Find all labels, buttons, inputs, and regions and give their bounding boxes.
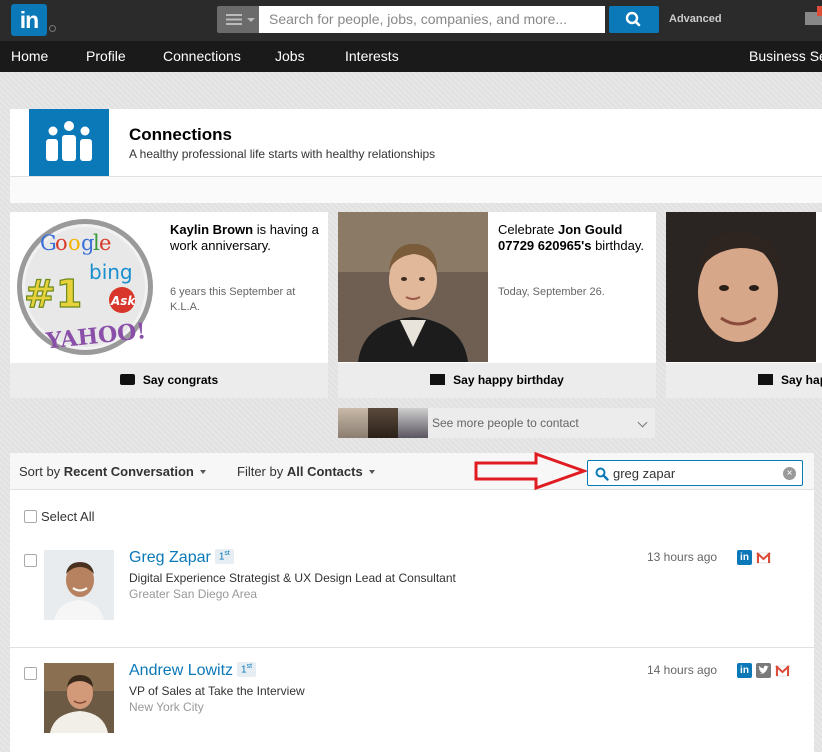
- nav-interests[interactable]: Interests: [345, 41, 399, 72]
- connection-headline: VP of Sales at Take the Interview: [129, 684, 305, 698]
- top-bar: in Search for people, jobs, companies, a…: [0, 0, 822, 41]
- say-happy-birthday-button-2[interactable]: Say hap: [666, 363, 822, 398]
- nav-profile[interactable]: Profile: [86, 41, 126, 72]
- row-checkbox[interactable]: [24, 667, 37, 680]
- twitter-icon[interactable]: [756, 663, 771, 678]
- svg-text:o: o: [55, 231, 68, 255]
- svg-text:o: o: [68, 231, 81, 255]
- connections-search-input[interactable]: greg zapar ×: [587, 460, 803, 486]
- search-query: greg zapar: [613, 466, 676, 481]
- nav-jobs[interactable]: Jobs: [275, 41, 305, 72]
- connection-name-link[interactable]: Greg Zapar 1st: [129, 549, 234, 567]
- greg-zapar-avatar[interactable]: [44, 550, 114, 620]
- birthday-text: Celebrate Jon Gould 07729 620965's birth…: [498, 222, 648, 254]
- envelope-icon: [430, 374, 446, 386]
- birthday-meta: Today, September 26.: [498, 286, 605, 298]
- filter-prefix: Filter by: [237, 464, 287, 479]
- andrew-lowitz-avatar[interactable]: [44, 663, 114, 733]
- svg-text:#1: #1: [24, 272, 82, 316]
- row-divider: [10, 647, 814, 648]
- contact-photo[interactable]: [666, 212, 816, 362]
- connection-name[interactable]: Greg Zapar: [129, 549, 211, 566]
- caret-down-icon: [199, 470, 206, 474]
- see-more-people-button[interactable]: See more people to contact: [338, 408, 655, 438]
- chevron-down-icon: [637, 417, 648, 428]
- contact-card: Say hap: [666, 212, 822, 398]
- nav-home[interactable]: Home: [11, 41, 48, 72]
- jon-gould-photo[interactable]: [338, 212, 488, 362]
- svg-text:e: e: [99, 231, 111, 255]
- degree-suffix: st: [224, 550, 230, 558]
- connection-name-link[interactable]: Andrew Lowitz 1st: [129, 662, 257, 680]
- global-search-input[interactable]: Search for people, jobs, companies, and …: [259, 6, 605, 33]
- birthday-card: Celebrate Jon Gould 07729 620965's birth…: [338, 212, 656, 398]
- select-all-checkbox[interactable]: [24, 510, 37, 523]
- svg-text:Ask: Ask: [110, 294, 136, 308]
- thumb-avatar: [368, 408, 398, 438]
- last-contact-time: 14 hours ago: [647, 663, 718, 677]
- thumb-avatar: [338, 408, 368, 438]
- page-subtitle: A healthy professional life starts with …: [129, 147, 436, 161]
- search-category-menu-button[interactable]: [217, 6, 259, 33]
- search-button[interactable]: [609, 6, 659, 33]
- anniversary-card: G o o g l e #1 bing Ask YAHOO! Kaylin Br…: [10, 212, 328, 398]
- anniversary-text: Kaylin Brown is having a work anniversar…: [170, 222, 320, 254]
- anniversary-meta: 6 years this September at K.L.A.: [170, 286, 296, 313]
- nav-connections[interactable]: Connections: [163, 41, 241, 72]
- envelope-icon: [758, 374, 773, 386]
- say-congrats-button[interactable]: Say congrats: [10, 363, 328, 398]
- main-nav: Home Profile Connections Jobs Interests …: [0, 41, 822, 72]
- linkedin-message-icon[interactable]: in: [737, 550, 752, 565]
- row-checkbox[interactable]: [24, 554, 37, 567]
- nav-business-services[interactable]: Business Se: [749, 41, 822, 72]
- degree-suffix: st: [246, 663, 253, 671]
- thumb-avatar: [398, 408, 428, 438]
- linkedin-logo[interactable]: in: [11, 4, 47, 36]
- say-happy-birthday-label: Say happy birthday: [453, 373, 564, 387]
- notification-badge: [817, 6, 822, 16]
- advanced-search-link[interactable]: Advanced: [669, 13, 722, 25]
- clear-icon[interactable]: ×: [783, 467, 796, 480]
- last-contact-time: 13 hours ago: [647, 550, 718, 564]
- hamburger-icon: [226, 14, 242, 25]
- say-congrats-label: Say congrats: [142, 373, 219, 387]
- connections-header: Connections A healthy professional life …: [10, 109, 822, 203]
- connection-headline: Digital Experience Strategist & UX Desig…: [129, 571, 456, 585]
- caret-down-icon: [247, 18, 255, 22]
- degree-badge: 1st: [214, 549, 234, 565]
- svg-text:bing: bing: [89, 260, 133, 284]
- gmail-icon[interactable]: [756, 550, 771, 565]
- caret-down-icon: [368, 470, 375, 474]
- chat-bubble-icon: [119, 374, 135, 386]
- linkedin-message-icon[interactable]: in: [737, 663, 752, 678]
- page-title: Connections: [129, 125, 232, 144]
- birthday-message: birthday.: [591, 238, 644, 253]
- red-arrow-annotation: [474, 451, 588, 491]
- degree-badge: 1st: [237, 662, 257, 678]
- filter-value: All Contacts: [286, 464, 363, 479]
- connections-icon: [29, 109, 109, 179]
- say-happy-birthday-button[interactable]: Say happy birthday: [338, 363, 656, 398]
- person-name-link[interactable]: Kaylin Brown: [170, 222, 253, 237]
- select-all-label[interactable]: Select All: [41, 509, 94, 524]
- filter-dropdown[interactable]: Filter by All Contacts: [237, 464, 375, 479]
- gmail-icon[interactable]: [775, 663, 790, 678]
- birthday-prefix: Celebrate: [498, 222, 558, 237]
- connection-name[interactable]: Andrew Lowitz: [129, 662, 233, 679]
- search-icon: [625, 11, 641, 27]
- connection-location: Greater San Diego Area: [129, 587, 258, 601]
- registered-mark-icon: [49, 25, 56, 32]
- connection-location: New York City: [129, 700, 204, 714]
- say-happy-birthday-label: Say hap: [781, 373, 822, 387]
- header-footer-strip: [10, 177, 822, 203]
- sort-value: Recent Conversation: [63, 464, 194, 479]
- sort-prefix: Sort by: [19, 464, 64, 479]
- search-icon: [595, 467, 609, 481]
- kaylin-brown-photo[interactable]: G o o g l e #1 bing Ask YAHOO!: [10, 212, 160, 362]
- sort-dropdown[interactable]: Sort by Recent Conversation: [19, 464, 206, 479]
- see-more-label: See more people to contact: [432, 416, 579, 430]
